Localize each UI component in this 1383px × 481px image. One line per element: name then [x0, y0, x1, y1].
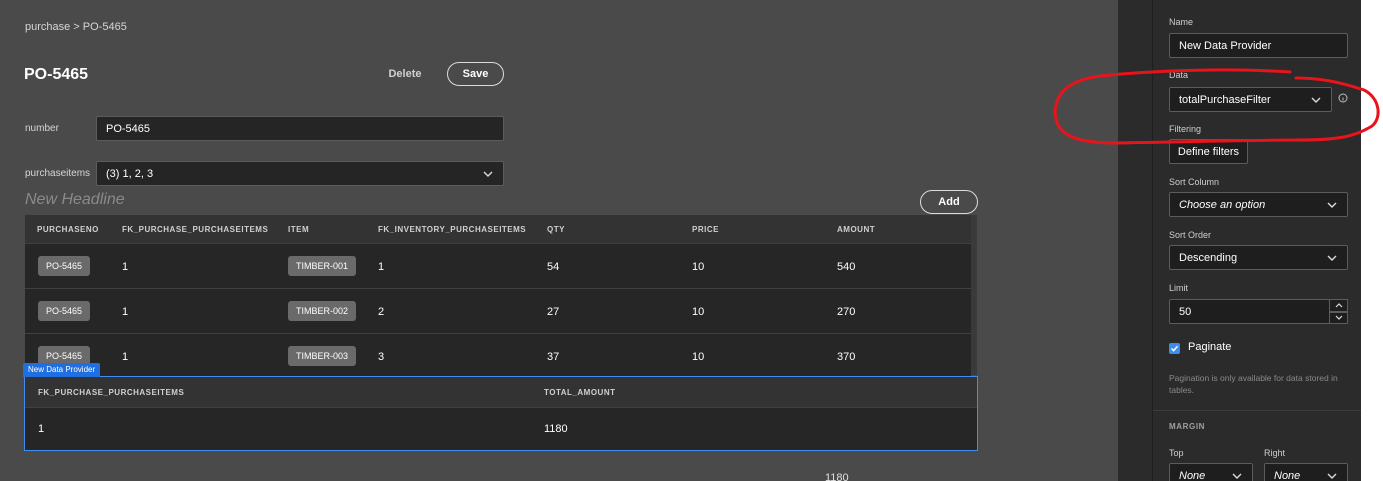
purchaseitems-select[interactable]: (3) 1, 2, 3: [96, 161, 504, 186]
purchaseitems-label: purchaseitems: [25, 168, 91, 179]
right-margin-value: None: [1274, 469, 1301, 481]
name-label: Name: [1169, 17, 1194, 27]
top-label: Top: [1169, 448, 1184, 458]
info-icon[interactable]: [1338, 93, 1348, 103]
sort-order-value: Descending: [1179, 251, 1238, 264]
limit-stepper[interactable]: [1329, 299, 1348, 324]
delete-button[interactable]: Delete: [378, 62, 432, 86]
data-select[interactable]: totalPurchaseFilter: [1169, 87, 1332, 112]
table-row[interactable]: PO-5465 1 TIMBER-002 2 27 10 270: [25, 288, 971, 333]
chevron-down-icon: [1311, 97, 1321, 103]
properties-panel: Name Data totalPurchaseFilter Filtering …: [1152, 0, 1362, 481]
sort-column-value: Choose an option: [1179, 198, 1266, 211]
table-scrollbar[interactable]: [971, 215, 977, 375]
column-header[interactable]: TOTAL_AMOUNT: [544, 388, 615, 397]
sort-order-select[interactable]: Descending: [1169, 245, 1348, 270]
table-cell: 37: [547, 351, 560, 363]
chevron-down-icon: [1327, 473, 1337, 479]
chevron-down-icon: [1335, 315, 1342, 320]
item-chip[interactable]: TIMBER-001: [288, 256, 357, 276]
paginate-checkbox[interactable]: [1169, 343, 1180, 354]
table-cell: 370: [837, 351, 856, 363]
breadcrumb[interactable]: purchase > PO-5465: [25, 21, 127, 33]
panel-gap: [1118, 0, 1152, 481]
total-text: 1180: [825, 472, 849, 481]
chevron-down-icon: [483, 171, 493, 177]
table-cell: 1: [122, 306, 129, 318]
table-cell: 1180: [544, 423, 568, 435]
column-header[interactable]: FK_PURCHASE_PURCHASEITEMS: [38, 388, 184, 397]
add-button[interactable]: Add: [920, 190, 978, 214]
column-header[interactable]: PRICE: [692, 225, 719, 234]
number-label: number: [25, 123, 59, 134]
margin-section-title: MARGIN: [1169, 422, 1206, 431]
chevron-up-icon: [1335, 303, 1342, 308]
table-row[interactable]: PO-5465 1 TIMBER-001 1 54 10 540: [25, 243, 971, 288]
table-cell: 10: [692, 261, 705, 273]
column-header[interactable]: FK_PURCHASE_PURCHASEITEMS: [122, 225, 268, 234]
table-cell: 3: [378, 351, 385, 363]
table-cell: 2: [378, 306, 385, 318]
define-filters-button[interactable]: Define filters: [1169, 139, 1248, 164]
divider: [1153, 410, 1362, 411]
decrement-button[interactable]: [1329, 311, 1348, 324]
data-provider-tag[interactable]: New Data Provider: [23, 363, 101, 377]
column-header[interactable]: ITEM: [288, 225, 309, 234]
chevron-down-icon: [1327, 255, 1337, 261]
check-icon: [1170, 345, 1179, 352]
table-cell: 270: [837, 306, 856, 318]
purchase-items-table: PURCHASENO FK_PURCHASE_PURCHASEITEMS ITE…: [25, 215, 971, 378]
top-margin-value: None: [1179, 469, 1206, 481]
item-chip[interactable]: TIMBER-002: [288, 301, 357, 321]
name-input[interactable]: [1169, 33, 1348, 58]
sort-column-select[interactable]: Choose an option: [1169, 192, 1348, 217]
save-button[interactable]: Save: [447, 62, 504, 86]
table-cell: 54: [547, 261, 560, 273]
table-header: PURCHASENO FK_PURCHASE_PURCHASEITEMS ITE…: [25, 215, 971, 243]
sort-order-label: Sort Order: [1169, 230, 1212, 240]
purchaseitems-value: (3) 1, 2, 3: [106, 167, 154, 180]
increment-button[interactable]: [1329, 299, 1348, 312]
item-chip[interactable]: TIMBER-003: [288, 346, 357, 366]
table-cell: 540: [837, 261, 856, 273]
window-edge: [1361, 0, 1383, 481]
table-cell: 10: [692, 306, 705, 318]
table-cell: 1: [378, 261, 385, 273]
purchase-chip[interactable]: PO-5465: [38, 301, 91, 321]
column-header[interactable]: PURCHASENO: [37, 225, 99, 234]
table-row[interactable]: PO-5465 1 TIMBER-003 3 37 10 370: [25, 333, 971, 378]
table-cell: 1: [122, 261, 129, 273]
limit-input[interactable]: [1169, 299, 1330, 324]
column-header[interactable]: AMOUNT: [837, 225, 875, 234]
table-cell: 1: [122, 351, 129, 363]
column-header[interactable]: FK_INVENTORY_PURCHASEITEMS: [378, 225, 526, 234]
headline[interactable]: New Headline: [25, 191, 125, 209]
pagination-hint: Pagination is only available for data st…: [1169, 373, 1338, 395]
number-input[interactable]: [96, 116, 504, 141]
chevron-down-icon: [1327, 202, 1337, 208]
data-provider-table[interactable]: FK_PURCHASE_PURCHASEITEMS TOTAL_AMOUNT 1…: [24, 376, 978, 451]
table-cell: 10: [692, 351, 705, 363]
purchase-chip[interactable]: PO-5465: [38, 256, 91, 276]
sort-column-label: Sort Column: [1169, 177, 1220, 187]
page-title: PO-5465: [24, 66, 89, 83]
data-value: totalPurchaseFilter: [1179, 93, 1271, 106]
limit-label: Limit: [1169, 283, 1189, 293]
right-margin-select[interactable]: None: [1264, 463, 1348, 481]
filtering-label: Filtering: [1169, 124, 1202, 134]
right-label: Right: [1264, 448, 1286, 458]
table-row[interactable]: 1 1180: [25, 407, 977, 450]
data-provider-header: FK_PURCHASE_PURCHASEITEMS TOTAL_AMOUNT: [25, 377, 977, 407]
paginate-label[interactable]: Paginate: [1188, 341, 1231, 353]
table-cell: 1: [38, 423, 45, 435]
editor-canvas: purchase > PO-5465 PO-5465 Delete Save n…: [0, 0, 1118, 481]
chevron-down-icon: [1232, 473, 1242, 479]
table-cell: 27: [547, 306, 560, 318]
top-margin-select[interactable]: None: [1169, 463, 1253, 481]
data-label: Data: [1169, 70, 1189, 80]
column-header[interactable]: QTY: [547, 225, 565, 234]
